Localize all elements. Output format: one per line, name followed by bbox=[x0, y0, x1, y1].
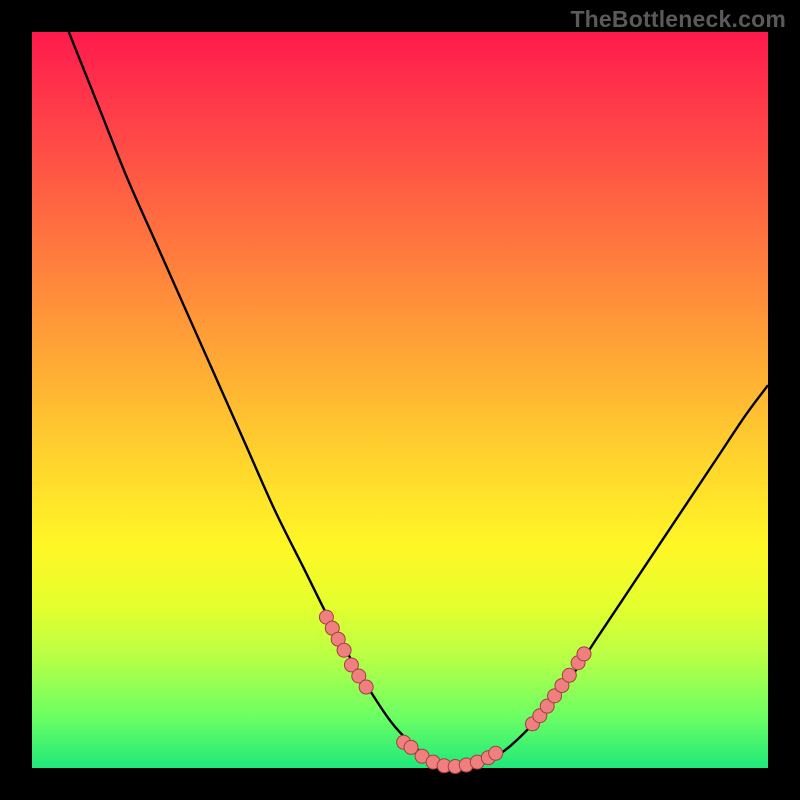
attribution-watermark: TheBottleneck.com bbox=[570, 6, 786, 33]
data-marker bbox=[562, 668, 576, 682]
chart-svg bbox=[32, 32, 768, 768]
data-markers bbox=[319, 610, 591, 773]
data-marker bbox=[337, 643, 351, 657]
bottleneck-curve bbox=[69, 32, 768, 769]
chart-frame: TheBottleneck.com bbox=[0, 0, 800, 800]
data-marker bbox=[489, 746, 503, 760]
data-marker bbox=[577, 647, 591, 661]
data-marker bbox=[359, 680, 373, 694]
chart-plot-area bbox=[32, 32, 768, 768]
